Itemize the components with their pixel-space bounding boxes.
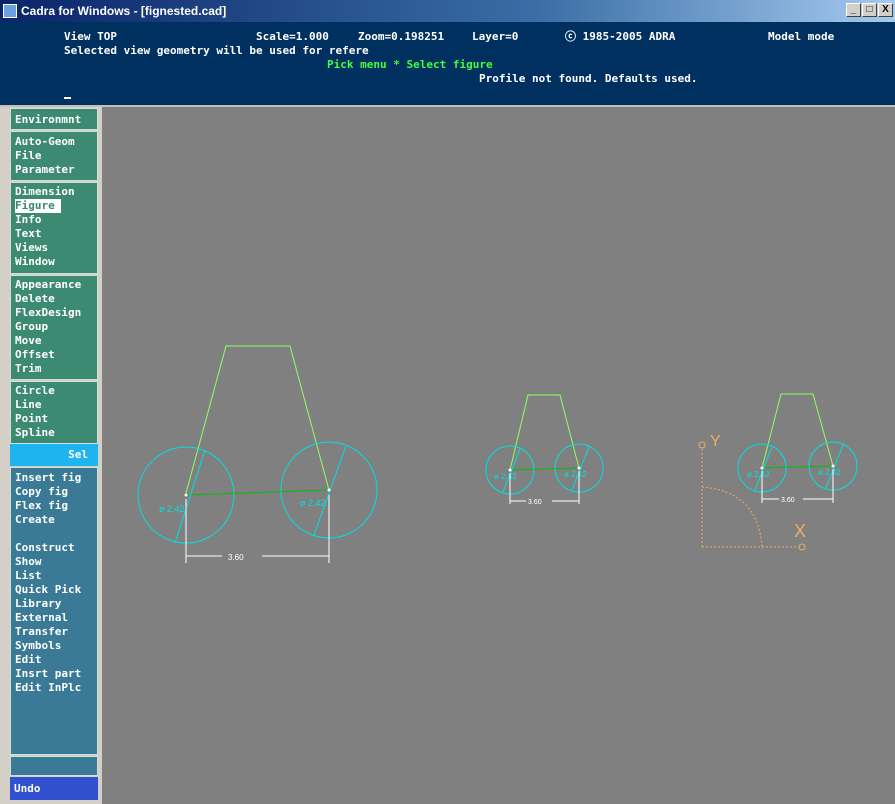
figure-1-center-left	[184, 493, 188, 497]
menu-item-insrt-part[interactable]: Insrt part	[11, 667, 97, 681]
axis-y-origin-marker	[698, 441, 706, 449]
menu-item-figure[interactable]: Figure	[15, 199, 61, 213]
menu-item-appearance[interactable]: Appearance	[11, 278, 97, 292]
minimize-button[interactable]: _	[846, 3, 861, 17]
menu-item-move[interactable]: Move	[11, 334, 97, 348]
menu-item-views[interactable]: Views	[11, 241, 97, 255]
left-border	[0, 107, 10, 804]
status-notice: Profile not found. Defaults used.	[479, 72, 698, 85]
menu-item-circle[interactable]: Circle	[11, 384, 97, 398]
menu-item-line[interactable]: Line	[11, 398, 97, 412]
menu-item-point[interactable]: Point	[11, 412, 97, 426]
menu-item-delete[interactable]: Delete	[11, 292, 97, 306]
menu-item-dimension[interactable]: Dimension	[11, 185, 97, 199]
menu-item-parameter[interactable]: Parameter	[11, 163, 97, 177]
figure-2-diameter-right: ø 2.42	[564, 470, 587, 479]
status-prompt: Pick menu * Select figure	[327, 58, 493, 71]
axis-y-label: Y	[710, 433, 721, 450]
status-layer: Layer=0	[472, 30, 519, 43]
figure-3-dimension: 3.60	[781, 497, 795, 504]
figure-1-dimension: 3.60	[228, 553, 244, 562]
figure-3-diameter-left: ø 2.42	[747, 470, 770, 479]
text-cursor	[64, 97, 71, 99]
menu-item-flex-fig[interactable]: Flex fig	[11, 499, 97, 513]
figure-3-leader-left	[754, 446, 773, 491]
menu-item-window[interactable]: Window	[11, 255, 97, 269]
figure-1[interactable]: ø 2.42 ø 2.42 3.60	[137, 345, 378, 563]
menu-item-construct[interactable]: Construct	[11, 541, 97, 555]
app-icon[interactable]	[3, 4, 17, 18]
menu-item-library[interactable]: Library	[11, 597, 97, 611]
axis-symbol: Y X	[698, 433, 806, 551]
figure-2[interactable]: ø 2.42 ø 2.42 3.60	[485, 394, 604, 506]
menu-item-flexdesign[interactable]: FlexDesign	[11, 306, 97, 320]
menu-spacer	[11, 527, 97, 541]
menu-item-show[interactable]: Show	[11, 555, 97, 569]
menu-item-quick-pick[interactable]: Quick Pick	[11, 583, 97, 597]
menu-item-environmnt[interactable]: Environmnt	[11, 113, 97, 127]
menu-item-edit-inplc[interactable]: Edit InPlc	[11, 681, 97, 695]
menu-group-geometry: Circle Line Point Spline	[10, 381, 98, 444]
figure-3[interactable]: ø 2.42 ø 2.42 3.60	[737, 393, 858, 504]
menu-group-dimension: Dimension Figure Info Text Views Window	[10, 182, 98, 274]
status-message: Selected view geometry will be used for …	[64, 44, 369, 57]
menu-item-edit[interactable]: Edit	[11, 653, 97, 667]
menu-item-trim[interactable]: Trim	[11, 362, 97, 376]
figure-3-profile	[761, 393, 834, 469]
status-scale: Scale=1.000	[256, 30, 329, 43]
figure-1-centerline	[185, 489, 330, 496]
menu-item-external[interactable]: External	[11, 611, 97, 625]
menu-group-figure: Insert fig Copy fig Flex fig Create Cons…	[10, 467, 98, 755]
status-mode: Model mode	[768, 30, 835, 43]
status-copyright: ⓒ 1985-2005 ADRA	[565, 30, 676, 43]
figure-1-center-right	[327, 488, 331, 492]
axis-x-label: X	[794, 521, 806, 541]
axis-x-origin-marker	[798, 543, 806, 551]
menu-item-offset[interactable]: Offset	[11, 348, 97, 362]
window-title: Cadra for Windows - [fignested.cad]	[21, 4, 227, 18]
figure-1-profile	[185, 345, 330, 494]
menu-group-environment: Environmnt	[10, 108, 98, 130]
axis-arc	[701, 486, 763, 548]
menu-item-list[interactable]: List	[11, 569, 97, 583]
figure-3-diameter-right: ø 2.42	[818, 468, 841, 477]
close-button[interactable]: X	[878, 3, 893, 17]
menu-item-group[interactable]: Group	[11, 320, 97, 334]
menu-group-file: Auto-Geom File Parameter	[10, 131, 98, 181]
maximize-button[interactable]: □	[862, 3, 877, 17]
figure-2-profile	[509, 394, 580, 471]
menu-item-info[interactable]: Info	[11, 213, 97, 227]
sel-button[interactable]: Sel	[10, 444, 98, 466]
figure-1-diameter-left: ø 2.42	[159, 504, 185, 514]
menu-item-insert-fig[interactable]: Insert fig	[11, 471, 97, 485]
figure-1-leader-left	[174, 449, 206, 544]
drawing-canvas[interactable]: ø 2.42 ø 2.42 3.60 ø 2.42 ø 2.42 3.60 ø …	[102, 107, 895, 804]
menu-item-create[interactable]: Create	[11, 513, 97, 527]
menu-group-edit: Appearance Delete FlexDesign Group Move …	[10, 275, 98, 380]
menu-item-symbols[interactable]: Symbols	[11, 639, 97, 653]
menu-item-transfer[interactable]: Transfer	[11, 625, 97, 639]
status-zoom: Zoom=0.198251	[358, 30, 445, 43]
status-view: View TOP	[64, 30, 117, 43]
menu-item-copy-fig[interactable]: Copy fig	[11, 485, 97, 499]
menu-item-file[interactable]: File	[11, 149, 97, 163]
drawing-svg: ø 2.42 ø 2.42 3.60 ø 2.42 ø 2.42 3.60 ø …	[137, 345, 858, 563]
status-panel: View TOP Scale=1.000 Zoom=0.198251 Layer…	[0, 22, 895, 106]
figure-2-diameter-left: ø 2.42	[494, 472, 517, 481]
figure-1-diameter-right: ø 2.42	[300, 498, 326, 508]
side-menu: Environmnt Auto-Geom File Parameter Dime…	[10, 107, 98, 802]
menu-blank-slot	[10, 756, 98, 776]
menu-item-text[interactable]: Text	[11, 227, 97, 241]
menu-item-spline[interactable]: Spline	[11, 426, 97, 440]
undo-button[interactable]: Undo	[10, 777, 98, 800]
figure-2-dimension: 3.60	[528, 499, 542, 506]
title-bar: Cadra for Windows - [fignested.cad] _ □ …	[0, 0, 895, 22]
menu-item-auto-geom[interactable]: Auto-Geom	[11, 135, 97, 149]
figure-2-leader-left	[502, 448, 521, 493]
